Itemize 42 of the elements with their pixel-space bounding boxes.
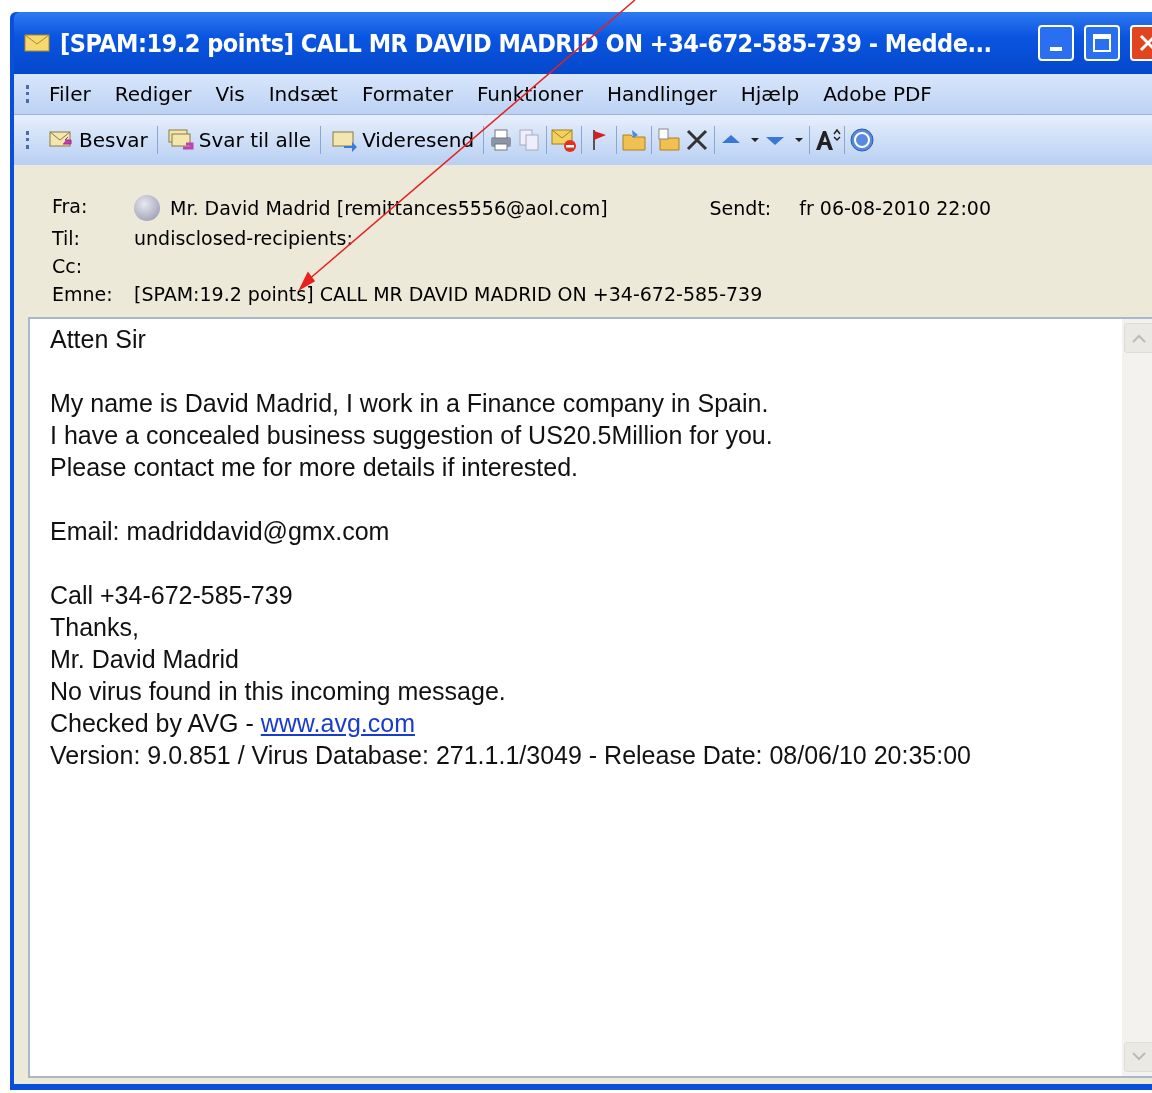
menu-item[interactable]: Rediger <box>106 82 208 106</box>
body-text: No virus found in this incoming message. <box>50 676 507 707</box>
body-text: My name is David Madrid, I work in a Finance company in Spain. <box>50 388 770 419</box>
help-icon[interactable] <box>848 126 877 154</box>
down-chevron-icon <box>1132 1052 1146 1062</box>
body-text: Call +34-672-585-739 <box>50 580 294 611</box>
field-label: Cc: <box>52 255 84 277</box>
toolbar-button[interactable]: Videresend <box>324 122 481 158</box>
body-text: Mr. David Madrid <box>50 644 240 675</box>
menu-item[interactable]: Handlinger <box>599 82 733 106</box>
menu-item[interactable]: Vis <box>207 82 261 106</box>
envelope-icon <box>24 33 50 53</box>
toolbar-button[interactable]: Besvar <box>41 122 154 158</box>
subject: [SPAM:19.2 points] CALL MR DAVID MADRID ON +34-672-585-739 <box>134 283 764 305</box>
sent-date: fr 06-08-2010 22:00 <box>799 197 992 219</box>
recipient: undisclosed-recipients: <box>134 227 354 249</box>
body-text: Checked by AVG - www.avg.com <box>50 708 416 739</box>
menu-item[interactable]: Adobe PDF <box>815 82 948 106</box>
menu-item[interactable]: Hjælp <box>732 82 816 106</box>
minimize-button[interactable] <box>1038 25 1074 61</box>
body-text: Email: madriddavid@gmx.com <box>50 516 391 547</box>
body-text: Atten Sir <box>50 324 147 355</box>
close-icon <box>1138 33 1152 53</box>
menu-item[interactable]: Formater <box>353 82 469 106</box>
menu-item[interactable]: Indsæt <box>260 82 354 106</box>
toolbar-button[interactable]: Svar til alle <box>160 122 318 158</box>
field-label: Emne: <box>52 283 114 305</box>
status-dot <box>134 195 160 221</box>
body-text: I have a concealed business suggestion of US20.5Million for you. <box>50 420 774 451</box>
link[interactable]: www.avg.com <box>260 709 415 737</box>
body-text: Version: 9.0.851 / Virus Database: 271.1.1/3049 - Release Date: 08/06/10 20:35:00 <box>50 740 973 771</box>
field-label: Til: <box>52 227 81 249</box>
up-chevron-icon <box>1132 333 1146 343</box>
field-label: Fra: <box>52 195 89 219</box>
menu-item[interactable]: Filer <box>41 82 107 106</box>
field-label: Sendt: <box>709 197 772 219</box>
maximize-icon <box>1092 33 1112 53</box>
body-text: Please contact me for more details if interested. <box>50 452 580 483</box>
body-text: Thanks, <box>50 612 140 643</box>
maximize-button[interactable] <box>1084 25 1120 61</box>
minimize-icon <box>1050 47 1062 51</box>
envelope-minus-icon[interactable] <box>550 126 579 154</box>
